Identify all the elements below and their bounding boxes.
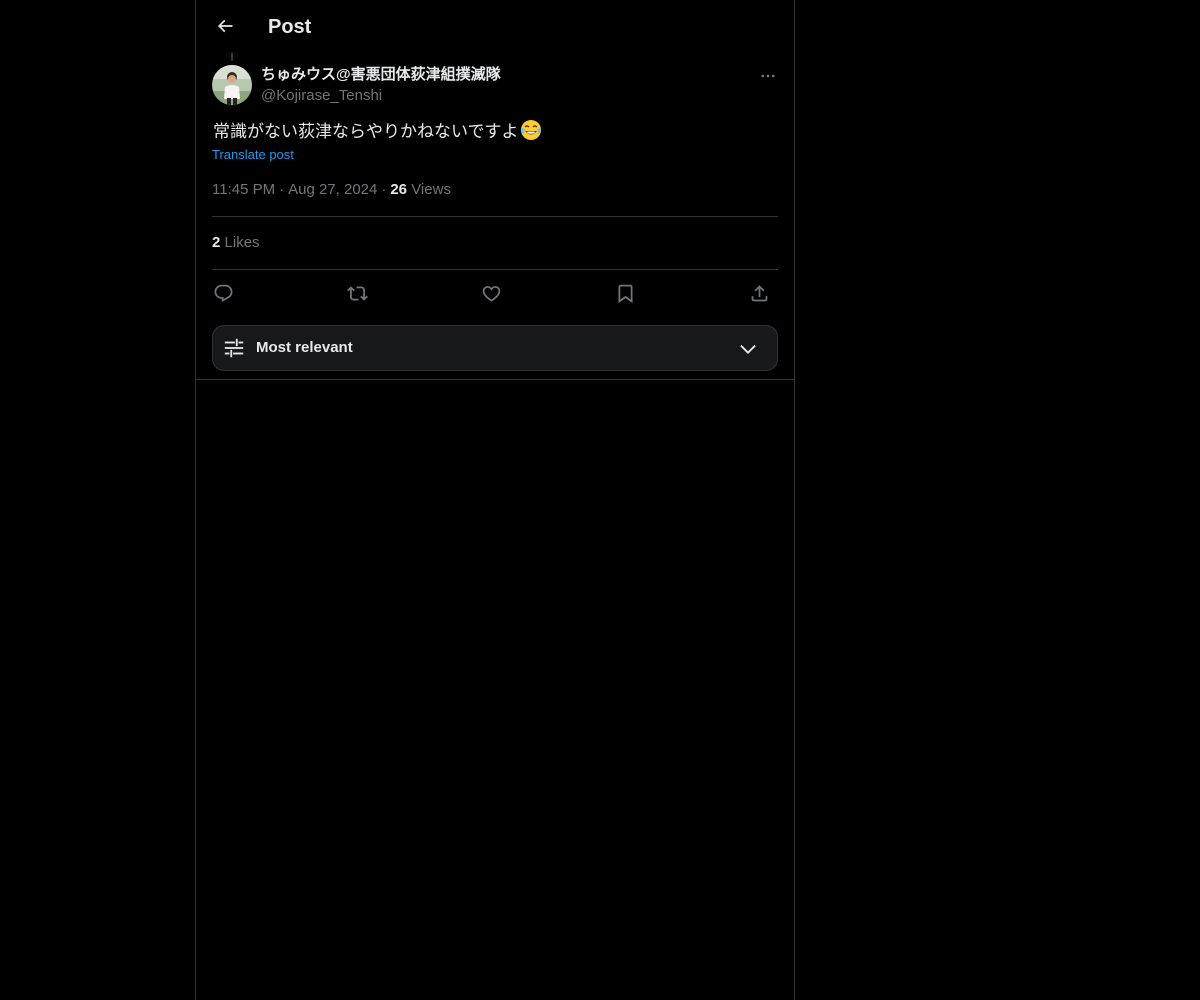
post-time[interactable]: 11:45 PM xyxy=(212,181,275,198)
share-icon xyxy=(751,284,767,301)
bookmark-button[interactable] xyxy=(612,280,638,306)
reply-sort-dropdown[interactable]: Most relevant xyxy=(212,325,778,371)
share-button[interactable] xyxy=(746,280,772,306)
heart-icon xyxy=(482,285,500,302)
page-title: Post xyxy=(268,16,312,38)
translate-post-link[interactable]: Translate post xyxy=(212,146,294,164)
back-button[interactable] xyxy=(208,9,242,43)
avatar[interactable] xyxy=(212,65,252,105)
separator-dot: · xyxy=(381,181,387,198)
likes-count: 2 xyxy=(212,234,221,251)
arrow-left-icon xyxy=(217,19,233,33)
post-date[interactable]: Aug 27, 2024 xyxy=(288,181,377,198)
post-metadata: 11:45 PM · Aug 27, 2024 · 26 Views xyxy=(212,180,451,200)
views-label: Views xyxy=(411,181,451,198)
reply-button[interactable] xyxy=(210,280,236,306)
post-text: 常識がない荻津ならやりかねないですよ xyxy=(213,119,542,148)
like-button[interactable] xyxy=(478,280,504,306)
section-divider xyxy=(196,379,794,380)
author-handle[interactable]: @Kojirase_Tenshi xyxy=(261,86,382,106)
more-options-button[interactable] xyxy=(756,64,780,88)
divider xyxy=(212,269,778,270)
thread-connector-line xyxy=(231,53,233,61)
likes-label: Likes xyxy=(224,234,260,251)
separator-dot: · xyxy=(279,181,285,198)
page-header: Post xyxy=(196,0,794,53)
divider xyxy=(212,216,778,217)
repost-button[interactable] xyxy=(344,280,370,306)
avatar-photo xyxy=(212,65,252,105)
reply-icon xyxy=(214,284,232,302)
main-column: Post ちゅみウス@害悪団体荻津組撲滅隊 @Kojirase_Tenshi 常… xyxy=(195,0,795,1000)
sliders-icon xyxy=(224,338,244,358)
sort-label: Most relevant xyxy=(256,339,353,356)
post-text-body: 常識がない荻津ならやりかねないですよ xyxy=(213,122,519,141)
face-with-tears-of-joy-icon xyxy=(520,119,542,148)
repost-icon xyxy=(346,285,368,301)
likes-summary[interactable]: 2 Likes xyxy=(212,233,260,253)
post-actions-bar xyxy=(212,280,778,306)
views-count: 26 xyxy=(390,181,408,198)
author-display-name[interactable]: ちゅみウス@害悪団体荻津組撲滅隊 xyxy=(261,65,501,85)
more-horizontal-icon xyxy=(761,74,775,78)
chevron-down-icon xyxy=(740,344,756,354)
bookmark-icon xyxy=(618,284,632,303)
